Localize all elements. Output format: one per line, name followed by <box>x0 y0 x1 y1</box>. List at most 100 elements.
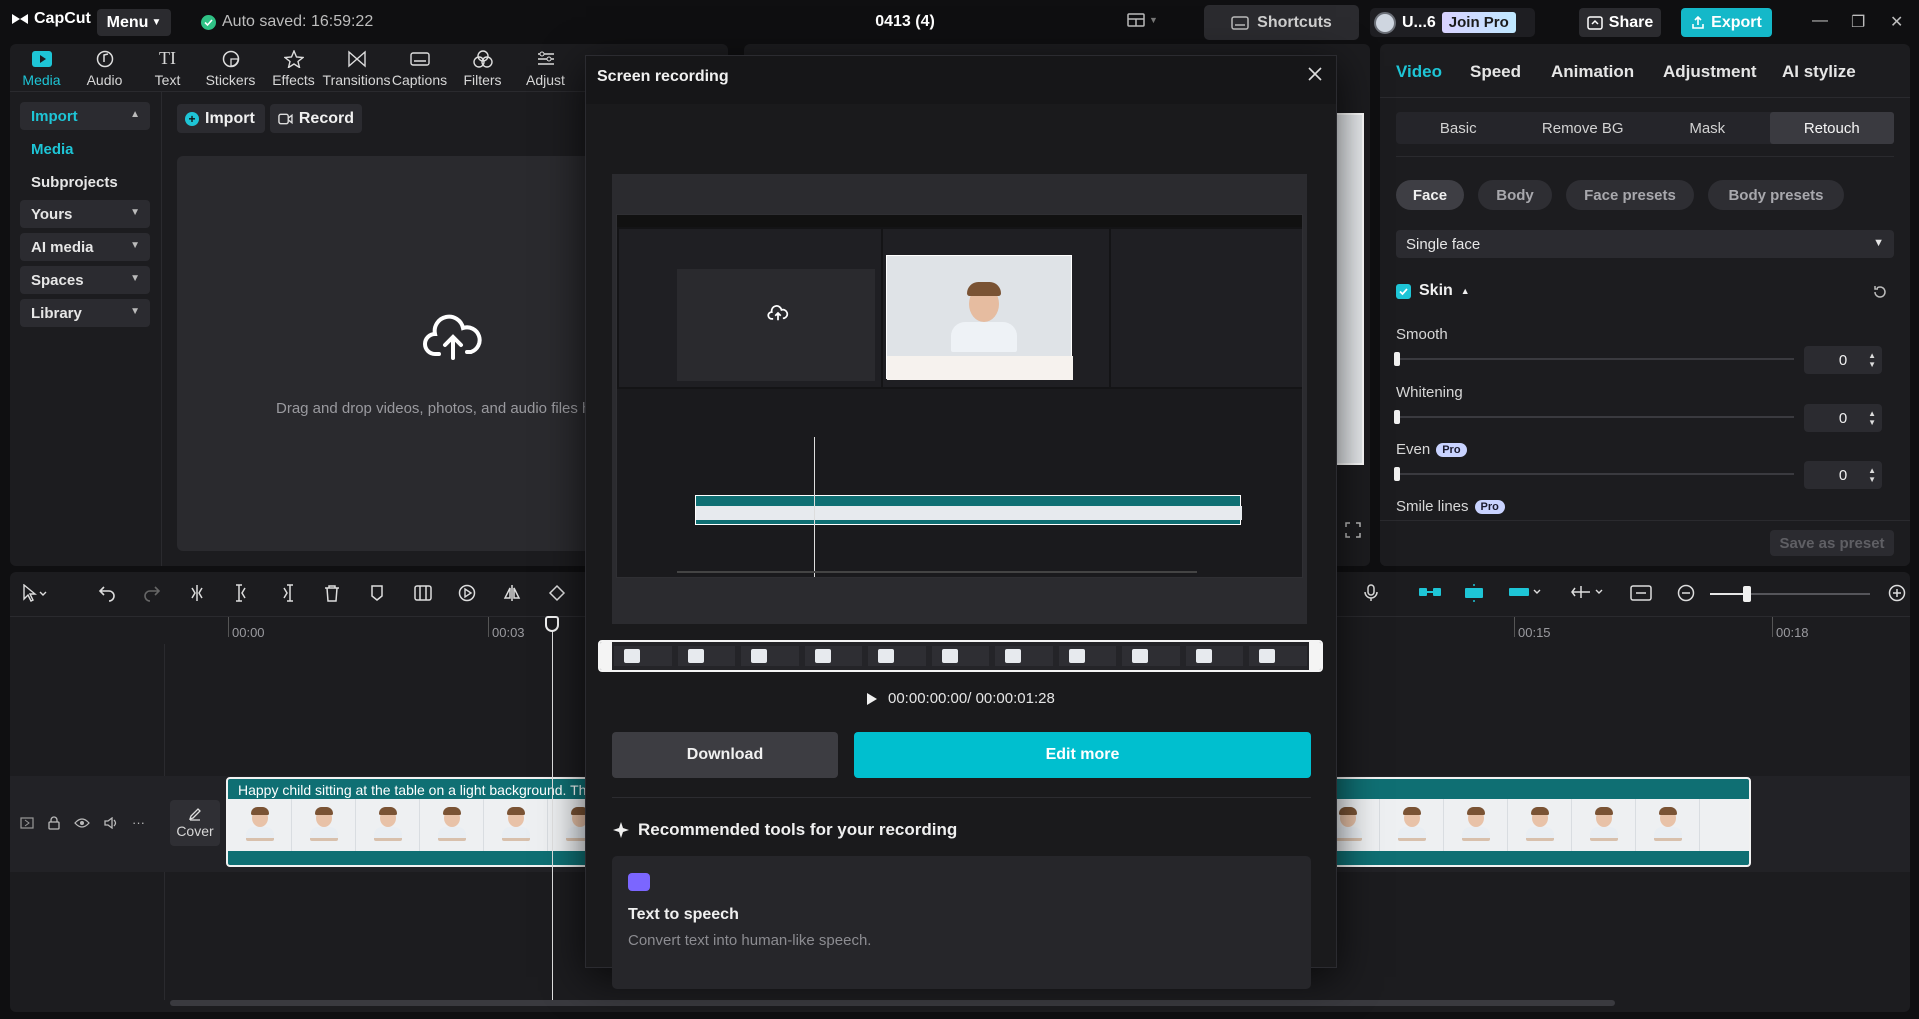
snap-icon[interactable] <box>1462 584 1486 602</box>
subtab-remove-bg[interactable]: Remove BG <box>1521 112 1646 144</box>
stepper-icon[interactable]: ▲▼ <box>1868 409 1876 427</box>
volume-icon[interactable] <box>104 817 118 829</box>
smooth-slider[interactable] <box>1396 358 1794 360</box>
sidebar-item-ai-media[interactable]: AI media▼ <box>20 233 150 261</box>
marker-icon[interactable] <box>368 584 386 602</box>
sidebar-item-yours[interactable]: Yours▼ <box>20 200 150 228</box>
chevron-down-icon: ▼ <box>1149 15 1158 25</box>
user-account[interactable]: U...6 Join Pro <box>1370 8 1535 37</box>
join-pro-button[interactable]: Join Pro <box>1442 12 1516 33</box>
subtab-retouch[interactable]: Retouch <box>1770 112 1895 144</box>
tab-adjust[interactable]: Adjust <box>514 44 577 92</box>
play-circle-icon[interactable] <box>458 584 476 602</box>
import-button[interactable]: + Import <box>177 104 265 133</box>
record-button[interactable]: Record <box>270 104 362 133</box>
stepper-icon[interactable]: ▲▼ <box>1868 351 1876 369</box>
fullscreen-icon[interactable] <box>1345 522 1361 538</box>
pill-face-presets[interactable]: Face presets <box>1566 180 1694 210</box>
menu-button[interactable]: Menu ▼ <box>97 9 171 36</box>
tab-video[interactable]: Video <box>1396 44 1442 82</box>
close-window-icon[interactable]: ✕ <box>1890 12 1903 32</box>
whitening-value[interactable]: 0▲▼ <box>1804 404 1882 432</box>
tab-stickers[interactable]: Stickers <box>199 44 262 92</box>
freeze-icon[interactable] <box>413 584 433 602</box>
pill-body[interactable]: Body <box>1478 180 1552 210</box>
split-icon[interactable] <box>188 584 206 602</box>
tab-media[interactable]: Media <box>10 44 73 92</box>
zoom-handle[interactable] <box>1743 586 1751 602</box>
zoom-slider[interactable] <box>1710 593 1870 595</box>
preview-axis-icon[interactable] <box>1570 584 1604 600</box>
subtab-mask[interactable]: Mask <box>1645 112 1770 144</box>
even-slider[interactable] <box>1396 473 1794 475</box>
trash-icon[interactable] <box>323 584 341 602</box>
microphone-icon[interactable] <box>1364 584 1378 602</box>
play-icon[interactable] <box>866 692 878 706</box>
tab-transitions[interactable]: Transitions <box>325 44 388 92</box>
layout-button[interactable]: ▼ <box>1127 12 1158 28</box>
timeline-scrollbar[interactable] <box>170 1000 1615 1006</box>
playhead-line <box>552 622 553 1002</box>
zoom-in-icon[interactable] <box>1888 584 1906 602</box>
recording-preview[interactable] <box>612 174 1307 624</box>
trim-frame <box>678 646 736 666</box>
skin-toggle[interactable]: Skin ▲ <box>1396 282 1470 300</box>
playhead-handle[interactable] <box>545 616 559 632</box>
download-button[interactable]: Download <box>612 732 838 778</box>
undo-icon[interactable] <box>98 584 116 602</box>
minimize-icon[interactable]: — <box>1812 12 1828 30</box>
face-select[interactable]: Single face ▼ <box>1396 230 1894 258</box>
tab-ai-stylize[interactable]: AI stylize <box>1782 44 1856 82</box>
export-button[interactable]: Export <box>1681 8 1772 37</box>
tab-captions[interactable]: Captions <box>388 44 451 92</box>
smooth-value[interactable]: 0▲▼ <box>1804 346 1882 374</box>
tab-animation[interactable]: Animation <box>1551 44 1634 82</box>
delete-left-icon[interactable] <box>233 584 251 602</box>
sidebar-item-spaces[interactable]: Spaces▼ <box>20 266 150 294</box>
trim-handle-left[interactable] <box>600 642 612 670</box>
tab-filters[interactable]: Filters <box>451 44 514 92</box>
pill-body-presets[interactable]: Body presets <box>1708 180 1844 210</box>
edit-more-button[interactable]: Edit more <box>854 732 1311 778</box>
tool-card-text-to-speech[interactable]: Text to speech Convert text into human-l… <box>612 856 1311 989</box>
slider-handle[interactable] <box>1394 352 1400 366</box>
trim-bar[interactable] <box>598 640 1323 672</box>
subtab-basic[interactable]: Basic <box>1396 112 1521 144</box>
sidebar-item-media[interactable]: Media <box>20 135 150 163</box>
mirror-icon[interactable] <box>503 584 521 602</box>
sidebar-item-subprojects[interactable]: Subprojects <box>20 168 150 196</box>
cover-button[interactable]: Cover <box>170 800 220 846</box>
whitening-slider[interactable] <box>1396 416 1794 418</box>
zoom-out-icon[interactable] <box>1677 584 1695 602</box>
shortcuts-button[interactable]: Shortcuts <box>1204 5 1359 40</box>
slider-handle[interactable] <box>1394 467 1400 481</box>
rotate-icon[interactable] <box>548 584 566 602</box>
lock-icon[interactable] <box>48 816 60 830</box>
even-value[interactable]: 0▲▼ <box>1804 461 1882 489</box>
pill-face[interactable]: Face <box>1396 180 1464 210</box>
fit-timeline-icon[interactable] <box>1630 584 1652 602</box>
eye-icon[interactable] <box>74 817 90 829</box>
restore-icon[interactable]: ❐ <box>1851 12 1865 32</box>
main-track-link-icon[interactable] <box>1418 584 1442 600</box>
share-button[interactable]: Share <box>1579 8 1661 37</box>
tab-speed[interactable]: Speed <box>1470 44 1521 82</box>
linkage-icon[interactable] <box>1508 584 1542 600</box>
sidebar-item-library[interactable]: Library▼ <box>20 299 150 327</box>
sidebar-item-import[interactable]: Import▲ <box>20 102 150 130</box>
more-icon[interactable]: ··· <box>132 815 145 830</box>
tab-adjustment[interactable]: Adjustment <box>1663 44 1757 82</box>
checkbox-checked-icon[interactable] <box>1396 284 1411 299</box>
tab-audio[interactable]: Audio <box>73 44 136 92</box>
close-icon[interactable] <box>1308 67 1322 81</box>
track-toggle-icon[interactable] <box>20 817 34 829</box>
tab-effects[interactable]: Effects <box>262 44 325 92</box>
save-as-preset-button[interactable]: Save as preset <box>1770 530 1894 556</box>
trim-handle-right[interactable] <box>1309 642 1321 670</box>
tab-text[interactable]: TIText <box>136 44 199 92</box>
slider-handle[interactable] <box>1394 410 1400 424</box>
delete-right-icon[interactable] <box>278 584 296 602</box>
stepper-icon[interactable]: ▲▼ <box>1868 466 1876 484</box>
reset-icon[interactable] <box>1872 284 1888 300</box>
select-cursor-icon[interactable] <box>22 584 48 602</box>
